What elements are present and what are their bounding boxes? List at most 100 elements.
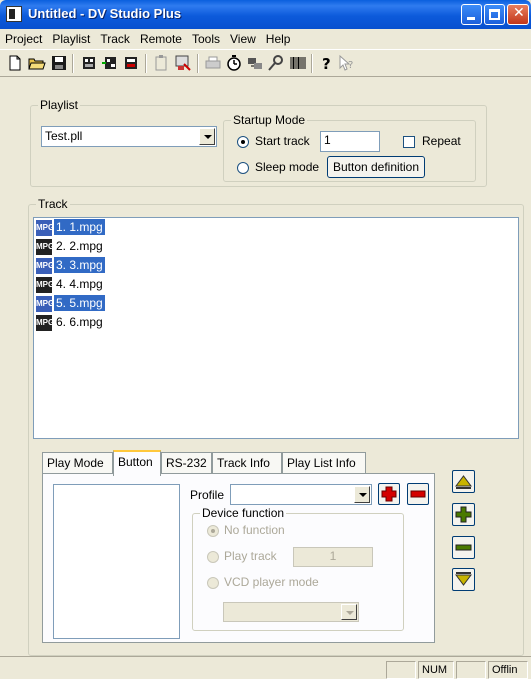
paste-icon[interactable] (152, 54, 170, 72)
minus-icon (455, 544, 472, 551)
repeat-label: Repeat (422, 134, 461, 148)
play-track-label: Play track (224, 549, 277, 563)
toolbar-separator (311, 54, 313, 73)
video-file-icon: MPG (36, 277, 54, 293)
menu-help[interactable]: Help (261, 32, 296, 46)
close-button[interactable]: ✕ (507, 4, 529, 25)
add-icon (381, 486, 397, 502)
track-item-6[interactable]: MPG 6. 6.mpg (36, 315, 105, 334)
new-icon[interactable] (6, 54, 24, 72)
tab-play-list-info[interactable]: Play List Info (282, 452, 366, 474)
playlist-select[interactable]: Test.pll (41, 126, 217, 147)
chevron-down-icon[interactable] (199, 128, 215, 145)
add-profile-button[interactable] (378, 483, 400, 505)
toolbar: ? ? (0, 49, 531, 77)
status-pane-offline: Offlin (488, 661, 528, 679)
vcd-player-select[interactable] (223, 602, 359, 622)
settings-icon[interactable] (267, 54, 285, 72)
startup-mode-group: Startup Mode Start track 1 Repeat Sleep … (223, 113, 476, 182)
vcd-player-mode-label: VCD player mode (224, 575, 319, 589)
video-file-icon: MPG (36, 220, 54, 236)
track-item-5[interactable]: MPG 5. 5.mpg (36, 295, 105, 315)
button-tab-panel: Profile Device function No function Play… (42, 473, 435, 643)
menu-track[interactable]: Track (95, 32, 135, 46)
remove-profile-button[interactable] (407, 483, 429, 505)
close-icon: ✕ (513, 5, 525, 21)
app-icon[interactable] (6, 6, 22, 22)
playlist-group-label: Playlist (38, 98, 81, 112)
tab-button[interactable]: Button (113, 450, 161, 476)
maximize-icon (489, 9, 500, 20)
maximize-button[interactable] (484, 4, 505, 25)
main-window: Untitled - DV Studio Plus ✕ Project Play… (0, 0, 531, 679)
connect-icon[interactable] (246, 54, 264, 72)
start-track-radio[interactable] (237, 136, 249, 148)
no-function-radio[interactable] (207, 525, 219, 537)
menu-playlist[interactable]: Playlist (47, 32, 95, 46)
track-add-icon[interactable] (80, 54, 98, 72)
track-import-icon[interactable] (101, 54, 119, 72)
save-icon[interactable] (50, 54, 68, 72)
button-definition-button[interactable]: Button definition (327, 156, 425, 178)
help-icon[interactable]: ? (318, 54, 336, 72)
video-file-icon: MPG (36, 258, 54, 274)
chevron-down-icon[interactable] (354, 486, 370, 503)
track-item-4[interactable]: MPG 4. 4.mpg (36, 277, 105, 296)
track-export-icon[interactable] (122, 54, 140, 72)
start-track-label: Start track (255, 134, 310, 148)
plus-icon (455, 506, 472, 523)
sleep-mode-radio[interactable] (237, 162, 249, 174)
timer-icon[interactable] (225, 54, 243, 72)
video-file-icon: MPG (36, 296, 54, 312)
move-up-button[interactable] (452, 470, 475, 493)
track-item-3[interactable]: MPG 3. 3.mpg (36, 257, 105, 277)
track-item-2[interactable]: MPG 2. 2.mpg (36, 239, 105, 258)
video-file-icon: MPG (36, 315, 54, 331)
move-down-button[interactable] (452, 568, 475, 591)
whats-this-icon[interactable]: ? (338, 54, 356, 72)
add-track-button[interactable] (452, 503, 475, 526)
sleep-mode-label: Sleep mode (255, 160, 320, 174)
playlist-select-value: Test.pll (45, 129, 83, 143)
status-pane-num: NUM (418, 661, 454, 679)
menu-project[interactable]: Project (0, 32, 47, 46)
minimize-button[interactable] (461, 4, 482, 25)
toolbar-separator (72, 54, 74, 73)
barcode-icon[interactable] (289, 54, 307, 72)
startup-mode-label: Startup Mode (231, 113, 308, 127)
triangle-down-icon (455, 572, 472, 586)
repeat-checkbox[interactable] (403, 136, 415, 148)
menu-view[interactable]: View (225, 32, 261, 46)
status-pane-caps (386, 661, 416, 679)
menu-bar: Project Playlist Track Remote Tools View… (0, 29, 531, 49)
play-track-input[interactable]: 1 (293, 547, 373, 567)
status-pane-scroll (456, 661, 486, 679)
print-icon[interactable] (204, 54, 222, 72)
menu-tools[interactable]: Tools (187, 32, 225, 46)
tab-track-info[interactable]: Track Info (212, 452, 282, 474)
open-icon[interactable] (28, 54, 46, 72)
device-function-label: Device function (200, 506, 287, 520)
vcd-player-mode-radio[interactable] (207, 577, 219, 589)
device-function-group: Device function No function Play track 1… (192, 506, 404, 631)
toolbar-separator (145, 54, 147, 73)
title-bar[interactable]: Untitled - DV Studio Plus ✕ (0, 0, 531, 29)
svg-text:?: ? (322, 55, 331, 72)
no-function-label: No function (224, 523, 285, 537)
track-list[interactable]: MPG 1. 1.mpg MPG 2. 2.mpg MPG 3. 3.mpg MPG 4… (33, 217, 519, 439)
status-bar: NUM Offlin (0, 656, 531, 679)
remove-track-button[interactable] (452, 536, 475, 559)
window-title: Untitled - DV Studio Plus (28, 6, 182, 21)
svg-text:?: ? (348, 60, 353, 71)
menu-remote[interactable]: Remote (135, 32, 187, 46)
profile-select[interactable] (230, 484, 372, 505)
play-track-radio[interactable] (207, 551, 219, 563)
chevron-down-icon[interactable] (341, 604, 357, 620)
button-list[interactable] (53, 484, 180, 639)
tab-rs-232[interactable]: RS-232 (161, 452, 212, 474)
tab-play-mode[interactable]: Play Mode (42, 452, 113, 474)
format-icon[interactable] (174, 54, 192, 72)
profile-label: Profile (190, 488, 225, 502)
track-item-1[interactable]: MPG 1. 1.mpg (36, 219, 105, 239)
start-track-input[interactable]: 1 (320, 131, 380, 152)
